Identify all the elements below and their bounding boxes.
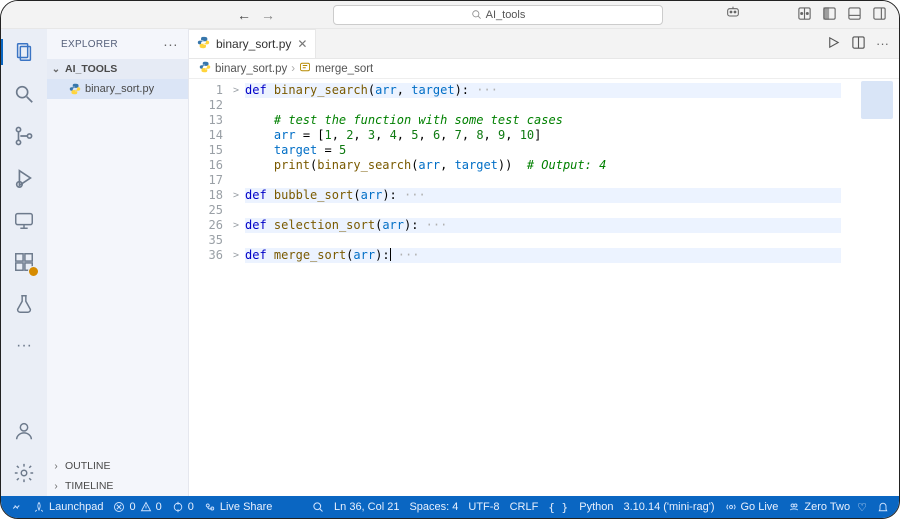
search-icon [471, 9, 482, 20]
python-file-icon [69, 83, 81, 95]
extensions-tab-icon[interactable] [9, 247, 39, 277]
split-editor-icon[interactable] [851, 35, 866, 53]
symbol-function-icon [299, 61, 311, 76]
code-content[interactable]: def binary_search(arr, target): ··· # te… [243, 79, 899, 496]
sidebar-folder-root[interactable]: ⌄ AI_TOOLS [47, 59, 188, 79]
sidebar-actions-icon[interactable]: ··· [163, 37, 178, 51]
breadcrumb[interactable]: binary_sort.py › merge_sort [189, 59, 899, 79]
status-eol[interactable]: CRLF [510, 501, 539, 513]
remote-explorer-tab-icon[interactable] [9, 205, 39, 235]
status-launchpad[interactable]: Launchpad [33, 501, 103, 513]
breadcrumb-sep-icon: › [291, 63, 295, 75]
search-tab-icon[interactable] [9, 79, 39, 109]
explorer-sidebar: EXPLORER ··· ⌄ AI_TOOLS binary_sort.py ›… [47, 29, 189, 496]
status-live-share[interactable]: Live Share [204, 501, 273, 513]
status-ports[interactable]: 0 [172, 501, 194, 513]
command-center-search[interactable]: AI_tools [333, 5, 663, 25]
nav-back-icon[interactable]: ← [235, 7, 253, 23]
more-tab-icon[interactable]: ··· [9, 331, 39, 361]
close-tab-icon[interactable]: ✕ [297, 37, 307, 51]
status-remote-button[interactable] [11, 501, 23, 513]
account-icon[interactable] [9, 416, 39, 446]
activity-bar: ··· [1, 29, 47, 496]
chevron-down-icon: ⌄ [51, 64, 61, 75]
sidebar-file-item[interactable]: binary_sort.py [47, 79, 188, 99]
status-interpreter[interactable]: 3.10.14 ('mini-rag') [623, 501, 714, 513]
testing-tab-icon[interactable] [9, 289, 39, 319]
code-editor[interactable]: 11213141516171825263536 >>>> def binary_… [189, 79, 899, 496]
status-language[interactable]: { } Python [548, 501, 613, 514]
editor-group: binary_sort.py ✕ ··· binary_sort.py › me… [189, 29, 899, 496]
editor-more-icon[interactable]: ··· [876, 36, 889, 51]
run-file-icon[interactable] [826, 35, 841, 53]
status-go-live[interactable]: Go Live [725, 501, 779, 513]
settings-gear-icon[interactable] [9, 458, 39, 488]
chevron-right-icon: › [51, 461, 61, 472]
editor-tabs: binary_sort.py ✕ ··· [189, 29, 899, 59]
python-file-icon [197, 36, 210, 52]
python-file-icon [199, 61, 211, 76]
status-bar: Launchpad 0 0 0 Live Share Ln 36, Col 21… [1, 496, 899, 518]
extensions-badge-icon [28, 266, 39, 277]
line-gutter: 11213141516171825263536 [189, 79, 229, 496]
nav-forward-icon: → [259, 7, 277, 23]
status-theme[interactable]: Zero Two ♡ [788, 501, 867, 514]
status-notifications-icon[interactable] [877, 501, 889, 513]
fold-gutter[interactable]: >>>> [229, 79, 243, 496]
run-debug-tab-icon[interactable] [9, 163, 39, 193]
minimap[interactable] [855, 79, 899, 496]
explorer-tab-icon[interactable] [9, 37, 39, 67]
chevron-right-icon: › [51, 481, 61, 492]
layout-bottom-icon[interactable] [847, 6, 862, 24]
status-problems[interactable]: 0 0 [113, 501, 161, 513]
source-control-tab-icon[interactable] [9, 121, 39, 151]
status-indent[interactable]: Spaces: 4 [409, 501, 458, 513]
sidebar-panel-timeline[interactable]: › TIMELINE [47, 476, 188, 496]
status-encoding[interactable]: UTF-8 [468, 501, 499, 513]
status-zoom-icon[interactable] [312, 501, 324, 513]
sidebar-panel-outline[interactable]: › OUTLINE [47, 456, 188, 476]
sidebar-header: EXPLORER ··· [47, 29, 188, 59]
editor-tab-active[interactable]: binary_sort.py ✕ [189, 29, 316, 58]
layout-editor-icon[interactable] [797, 6, 812, 24]
layout-right-icon[interactable] [872, 6, 887, 24]
title-bar: ← → AI_tools [1, 1, 899, 29]
status-cursor-pos[interactable]: Ln 36, Col 21 [334, 501, 399, 513]
layout-panel-icon[interactable] [822, 6, 837, 24]
copilot-icon[interactable] [725, 4, 741, 25]
